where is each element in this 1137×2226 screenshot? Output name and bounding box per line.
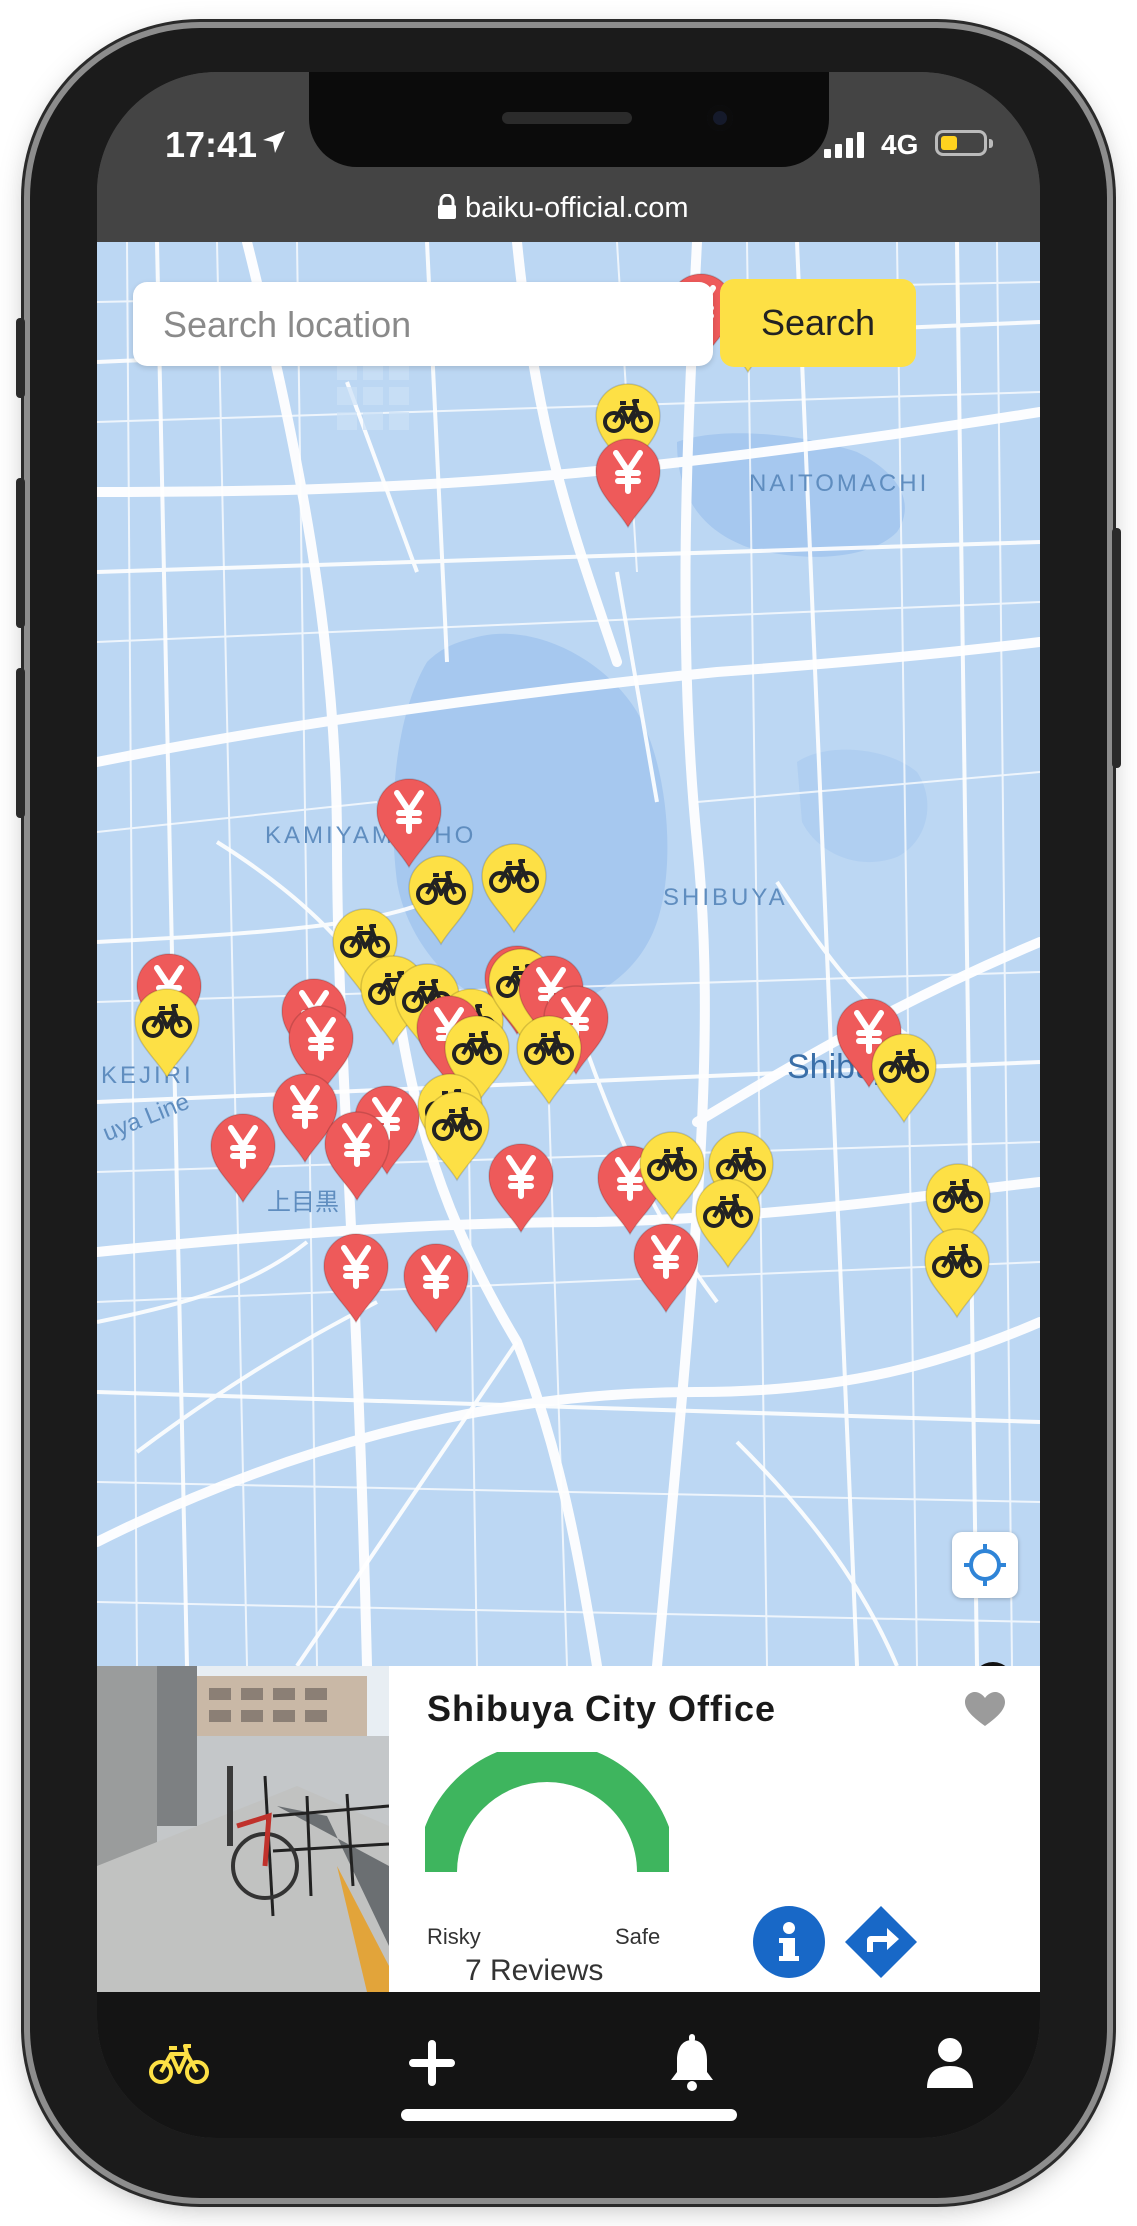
favorite-heart-icon[interactable] (965, 1692, 1005, 1728)
paid-parking-marker-icon[interactable] (594, 437, 662, 529)
address-bar[interactable]: baiku-official.com (97, 182, 1040, 242)
reviews-count[interactable]: 7 Reviews (465, 1954, 603, 1988)
tab-user-icon[interactable] (925, 2032, 975, 2092)
lock-icon (438, 194, 456, 219)
tab-bike-icon[interactable] (149, 2032, 209, 2092)
screen: 17:41 4G baiku-official.com NAITOMACHI K… (97, 72, 1040, 2138)
paid-parking-marker-icon[interactable] (632, 1222, 700, 1314)
network-type: 4G (881, 129, 919, 160)
volume-up-button (16, 478, 25, 628)
safety-gauge-fill (425, 1752, 669, 1873)
gauge-safe-label: Safe (615, 1924, 661, 1949)
directions-button[interactable] (843, 1904, 919, 1980)
paid-parking-marker-icon[interactable] (209, 1112, 277, 1204)
bike-parking-marker-icon[interactable] (407, 854, 475, 946)
tab-add-icon[interactable] (407, 2032, 457, 2092)
mute-switch (16, 318, 25, 398)
front-camera (707, 105, 733, 131)
search-box (133, 282, 713, 366)
volume-down-button (16, 668, 25, 818)
signal-icon (824, 132, 864, 158)
location-arrow-icon (263, 131, 285, 153)
place-info-button[interactable] (753, 1906, 825, 1978)
notch (309, 72, 829, 167)
clock: 17:41 (165, 124, 258, 165)
bike-parking-marker-icon[interactable] (694, 1177, 762, 1269)
map-label-kamiyamacho: KAMIYAMACHO (265, 822, 477, 849)
paid-parking-marker-icon[interactable] (487, 1142, 555, 1234)
paid-parking-marker-icon[interactable] (402, 1242, 470, 1334)
home-indicator[interactable] (401, 2109, 737, 2121)
tab-bell-icon[interactable] (667, 2032, 717, 2092)
place-photo (97, 1666, 389, 1992)
speaker (502, 112, 632, 124)
bike-parking-marker-icon[interactable] (133, 987, 201, 1079)
power-button (1112, 528, 1121, 768)
place-title: Shibuya City Office (427, 1688, 777, 1729)
paid-parking-marker-icon[interactable] (323, 1110, 391, 1202)
map-label-shibuya-area: SHIBUYA (663, 884, 788, 911)
search-button[interactable]: Search (720, 279, 916, 367)
battery-icon (935, 130, 993, 156)
safety-gauge (425, 1752, 669, 1873)
info-icon (779, 1922, 799, 1961)
status-bar: 17:41 4G (97, 72, 1040, 182)
bike-parking-marker-icon[interactable] (870, 1032, 938, 1124)
map[interactable]: NAITOMACHI KAMIYAMACHO SHIBUYA Shibuya K… (97, 242, 1040, 1666)
locate-me-button[interactable] (952, 1532, 1018, 1598)
map-label-naitomachi: NAITOMACHI (749, 470, 930, 497)
gauge-risky-label: Risky (427, 1924, 481, 1949)
url-text: baiku-official.com (465, 192, 689, 224)
bike-parking-marker-icon[interactable] (480, 842, 548, 934)
place-card[interactable]: Shibuya City Office Risky Safe 7 Reviews (97, 1666, 1040, 1992)
bike-parking-marker-icon[interactable] (923, 1227, 991, 1319)
bike-parking-marker-icon[interactable] (423, 1090, 491, 1182)
paid-parking-marker-icon[interactable] (322, 1232, 390, 1324)
bike-parking-marker-icon[interactable] (515, 1014, 583, 1106)
crosshair-icon (964, 1544, 1006, 1586)
search-input[interactable] (161, 294, 705, 356)
